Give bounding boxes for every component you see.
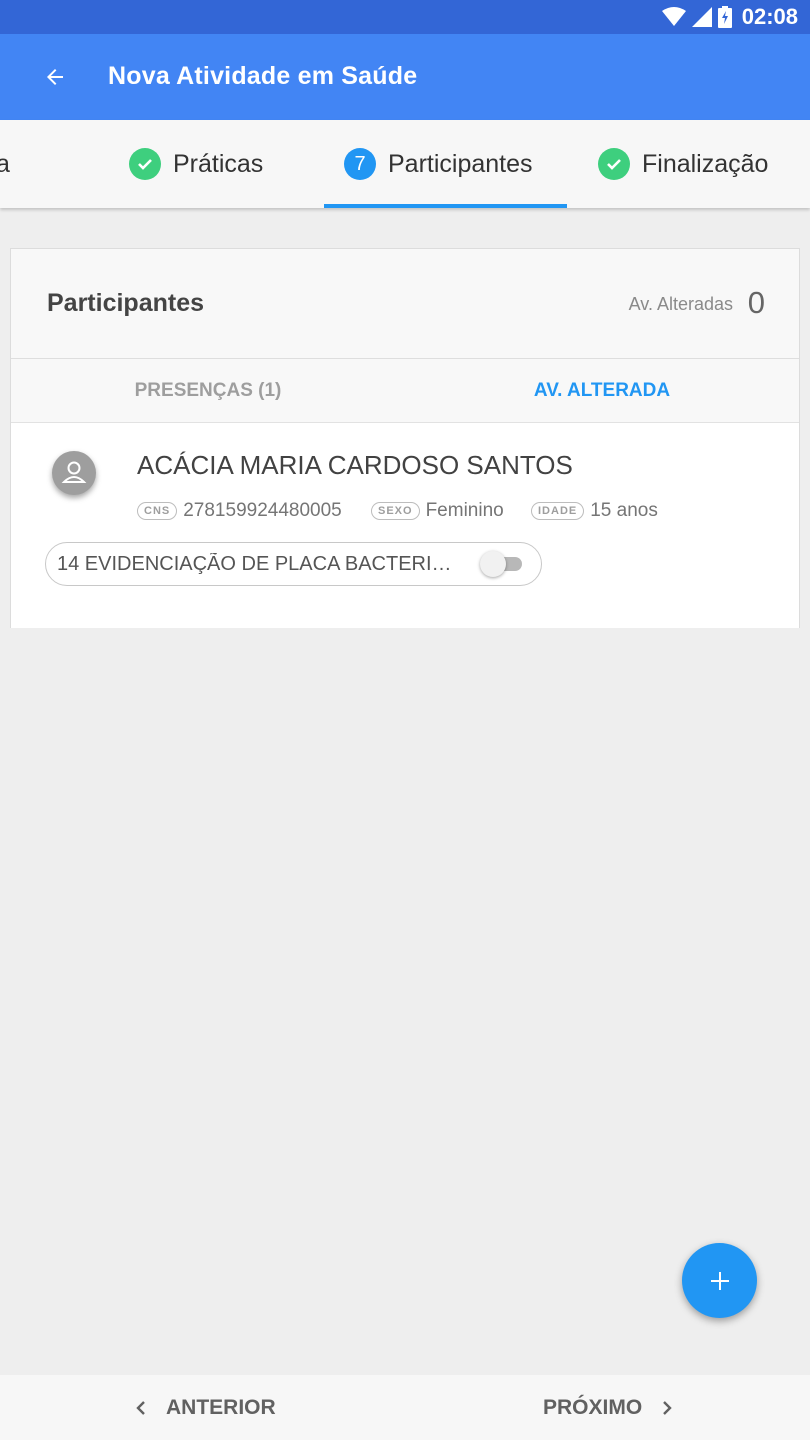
sexo-tag: SEXO	[371, 502, 420, 520]
procedure-toggle[interactable]	[480, 551, 522, 577]
toggle-thumb	[480, 551, 506, 577]
card-tabs: PRESENÇAS (1) AV. ALTERADA	[11, 359, 799, 423]
check-circle-icon	[598, 148, 630, 180]
status-bar: 02:08	[0, 0, 810, 34]
participants-card: Participantes Av. Alteradas 0 PRESENÇAS …	[10, 248, 800, 628]
card-header: Participantes Av. Alteradas 0	[11, 249, 799, 359]
participant-sexo: SEXO Feminino	[371, 500, 504, 522]
altered-count-label: Av. Alteradas	[628, 294, 733, 314]
procedure-chip: 14 EVIDENCIAÇÃO DE PLACA BACTERI…	[45, 542, 542, 586]
chevron-right-icon	[663, 1400, 672, 1415]
step-praticas[interactable]: Práticas	[129, 120, 263, 208]
step-number-badge: 7	[344, 148, 376, 180]
procedure-label: 14 EVIDENCIAÇÃO DE PLACA BACTERI…	[57, 552, 452, 575]
back-button[interactable]	[34, 56, 76, 98]
participant-idade: IDADE 15 anos	[531, 500, 658, 522]
signal-icon	[691, 7, 712, 27]
step-previous[interactable]: a	[0, 120, 10, 208]
participant-list-item[interactable]: ACÁCIA MARIA CARDOSO SANTOS CNS 27815992…	[11, 424, 799, 628]
previous-label: ANTERIOR	[166, 1395, 276, 1419]
step-label: a	[0, 149, 10, 178]
cns-value: 278159924480005	[183, 500, 342, 521]
sexo-value: Feminino	[425, 500, 504, 521]
participant-name: ACÁCIA MARIA CARDOSO SANTOS	[137, 450, 573, 480]
card-title: Participantes	[47, 289, 205, 317]
person-icon	[61, 461, 87, 483]
app-bar: Nova Atividade em Saúde	[0, 34, 810, 120]
idade-value: 15 anos	[590, 500, 658, 521]
active-step-indicator	[324, 204, 567, 208]
previous-button[interactable]: ANTERIOR	[132, 1375, 276, 1440]
tab-av-alterada[interactable]: AV. ALTERADA	[405, 359, 799, 423]
status-icons: 02:08	[661, 4, 798, 29]
cns-tag: CNS	[137, 502, 178, 520]
step-label: Práticas	[173, 149, 264, 178]
page-title: Nova Atividade em Saúde	[108, 62, 418, 90]
step-finalizacao[interactable]: Finalização	[598, 120, 768, 208]
tab-presencas[interactable]: PRESENÇAS (1)	[11, 359, 405, 423]
step-label: Finalização	[642, 149, 769, 178]
step-participantes[interactable]: 7 Participantes	[344, 120, 533, 208]
next-label: PRÓXIMO	[543, 1395, 643, 1419]
next-button[interactable]: PRÓXIMO	[543, 1375, 676, 1440]
idade-tag: IDADE	[531, 502, 585, 520]
arrow-back-icon	[47, 69, 63, 85]
chevron-left-icon	[136, 1400, 145, 1415]
altered-count-value: 0	[747, 285, 765, 320]
check-circle-icon	[129, 148, 161, 180]
avatar	[52, 451, 96, 495]
plus-icon	[710, 1271, 729, 1290]
add-participant-button[interactable]	[682, 1243, 757, 1318]
participant-cns: CNS 278159924480005	[137, 500, 342, 522]
step-label: Participantes	[388, 149, 533, 178]
wifi-icon	[661, 7, 686, 26]
bottom-navigation: ANTERIOR PRÓXIMO	[0, 1375, 810, 1440]
battery-charging-icon	[717, 6, 732, 28]
status-time: 02:08	[741, 4, 798, 29]
stepper: a Práticas 7 Participantes Finalização	[0, 120, 810, 208]
